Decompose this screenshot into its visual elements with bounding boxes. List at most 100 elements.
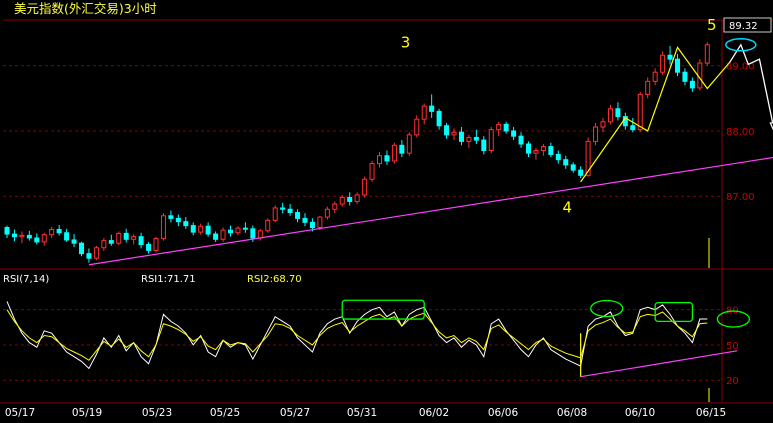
- candle-body: [242, 227, 248, 230]
- candle-body: [444, 125, 450, 136]
- candle-body: [64, 232, 70, 241]
- candle-body: [190, 225, 196, 233]
- candle-body: [563, 159, 569, 166]
- candle-body: [406, 134, 412, 154]
- candle-body: [71, 239, 77, 244]
- candle-body: [183, 221, 189, 227]
- candle-body: [660, 54, 666, 73]
- candle-body: [339, 197, 345, 205]
- candle-body: [41, 234, 47, 243]
- candle-body: [637, 93, 643, 131]
- candle-body: [399, 144, 405, 154]
- candle-body: [704, 44, 710, 64]
- candle-body: [682, 71, 688, 82]
- candle-body: [116, 232, 122, 244]
- date-tick-label: 05/23: [142, 407, 172, 419]
- candle-body: [458, 131, 464, 142]
- candle-body: [160, 215, 166, 240]
- candle-body: [518, 135, 524, 145]
- rsi-lines: [6, 301, 708, 370]
- candle-body: [570, 164, 576, 171]
- candle-body: [220, 229, 226, 240]
- rsi-gridlines: [3, 309, 722, 381]
- rsi2-legend-label: RSI2:68.70: [247, 274, 302, 285]
- candle-body: [667, 54, 673, 60]
- candle-body: [138, 236, 144, 246]
- candle-body: [496, 123, 502, 131]
- candle-body: [19, 234, 25, 238]
- forex-chart: 美元指数(外汇交易)3小时 87.0088.0089.00 89.32345 R…: [0, 1, 773, 419]
- candle-body: [384, 155, 390, 162]
- candle-body: [250, 228, 256, 239]
- candle-body: [205, 225, 211, 235]
- candle-body: [131, 236, 137, 240]
- wave-label: 4: [562, 199, 572, 217]
- date-tick-label: 05/17: [5, 407, 35, 419]
- wave-label: 5: [707, 16, 717, 34]
- candle-body: [369, 163, 375, 180]
- date-tick-label: 06/06: [488, 407, 519, 419]
- candle-body: [198, 225, 204, 233]
- candle-body: [675, 58, 680, 73]
- candle-body: [615, 108, 621, 118]
- candle-body: [79, 242, 84, 255]
- date-axis-labels: 05/17 05/19 05/23 05/25 05/27 05/31 06/02 06/06…: [5, 407, 726, 419]
- rsi-highlight-box: [654, 301, 694, 323]
- rsi1-line: [6, 301, 708, 370]
- candle-body: [481, 139, 487, 152]
- candle-body: [533, 150, 539, 154]
- price-axis-labels: 87.0088.0089.00: [726, 62, 755, 204]
- candle-body: [324, 208, 330, 218]
- candle-body: [578, 169, 584, 176]
- candle-body: [526, 143, 531, 154]
- candle-body: [451, 131, 457, 136]
- date-tick-label: 06/10: [625, 407, 655, 419]
- candle-body: [466, 136, 472, 142]
- candle-body: [26, 234, 32, 239]
- support-trendline: [88, 156, 773, 266]
- date-tick-label: 06/08: [557, 407, 587, 419]
- candle-body: [235, 227, 241, 234]
- candle-body: [347, 197, 353, 202]
- candle-body: [287, 208, 293, 214]
- candle-body: [272, 207, 278, 221]
- candle-body: [168, 215, 174, 219]
- rsi-annotations: [341, 299, 751, 378]
- date-tick-label: 05/25: [210, 407, 240, 419]
- candle-body: [175, 217, 181, 223]
- candle-body: [607, 108, 613, 123]
- date-tick-label: 05/19: [72, 407, 102, 419]
- candle-body: [280, 207, 286, 210]
- candle-body: [391, 144, 397, 162]
- candle-body: [555, 153, 561, 161]
- price-tick-label: 87.00: [726, 192, 755, 203]
- rsi-axis-labels: 205080: [726, 306, 739, 388]
- forecast-path: [729, 43, 773, 128]
- candle-body: [548, 146, 554, 155]
- candle-body: [436, 110, 442, 127]
- candle-body: [213, 233, 219, 240]
- candle-body: [488, 129, 494, 152]
- rsi-support-line: [580, 350, 738, 378]
- candle-body: [49, 228, 55, 236]
- candle-body: [146, 244, 152, 251]
- candle-body: [34, 237, 40, 243]
- rsi-legend: RSI(7,14) RSI1:71.71 RSI2:68.70: [3, 274, 302, 285]
- rsi-tick-label: 20: [726, 376, 739, 387]
- date-tick-label: 06/15: [696, 407, 726, 419]
- date-tick-label: 05/27: [280, 407, 310, 419]
- candle-body: [295, 212, 301, 219]
- candle-body: [93, 247, 99, 259]
- candle-body: [593, 126, 599, 142]
- main-chart-title: 美元指数(外汇交易)3小时: [14, 1, 157, 16]
- candle-body: [473, 136, 479, 141]
- price-tick-label: 88.00: [726, 127, 755, 138]
- candle-body: [600, 121, 606, 128]
- wave-label: 3: [401, 33, 411, 51]
- candle-body: [228, 229, 233, 234]
- candle-body: [503, 123, 509, 132]
- candle-body: [56, 228, 62, 234]
- candle-body: [354, 194, 360, 202]
- candle-body: [511, 130, 517, 137]
- last-price-label: 89.32: [729, 21, 758, 32]
